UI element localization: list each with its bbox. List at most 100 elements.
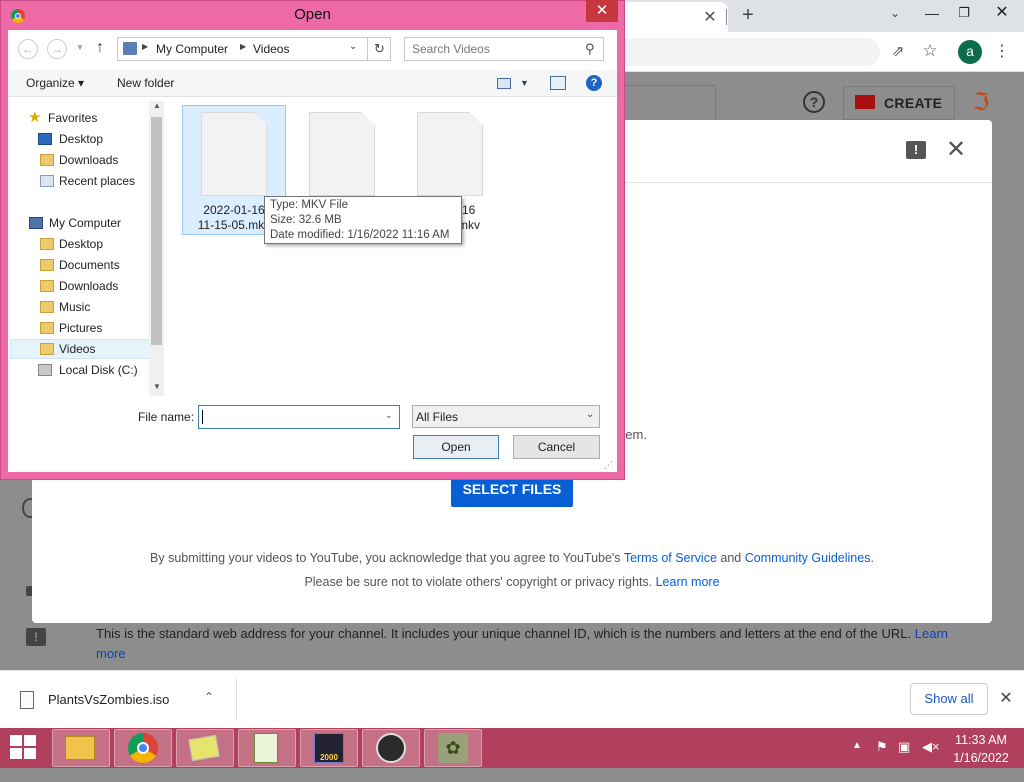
change-view-icon[interactable]: [497, 78, 511, 89]
download-shelf-close-icon[interactable]: ✕: [998, 688, 1014, 708]
address-bar[interactable]: [620, 38, 880, 66]
minimize-button[interactable]: —: [918, 0, 946, 26]
breadcrumb-arrow-icon[interactable]: ▶: [240, 42, 246, 51]
download-options-chevron-icon[interactable]: ⌃: [204, 690, 214, 704]
bookmark-star-icon[interactable]: ☆: [920, 41, 940, 61]
search-placeholder: Search Videos: [412, 42, 490, 56]
download-file-name[interactable]: PlantsVsZombies.iso: [48, 692, 169, 707]
downloads-folder-icon: [40, 154, 54, 166]
nav-music[interactable]: Music: [10, 297, 150, 317]
nav-documents[interactable]: Documents: [10, 255, 150, 275]
scroll-down-arrow-icon[interactable]: ▼: [150, 382, 164, 391]
tab-separator: [726, 9, 727, 25]
resize-grip-icon[interactable]: ⋰: [604, 460, 613, 471]
help-icon[interactable]: ?: [803, 91, 825, 113]
video-camera-icon: [855, 95, 875, 109]
address-dropdown-icon[interactable]: ⌄: [349, 41, 357, 52]
breadcrumb-videos[interactable]: Videos: [253, 42, 289, 56]
tooltip-size: Size: 32.6 MB: [270, 214, 342, 226]
feedback-icon[interactable]: !: [906, 141, 926, 159]
dialog-title: Open: [294, 6, 331, 23]
volume-muted-icon[interactable]: ◀×: [922, 739, 940, 755]
terms-of-service-link[interactable]: Terms of Service: [624, 551, 717, 565]
file-name-input[interactable]: [198, 405, 400, 429]
channel-url-help-text: This is the standard web address for you…: [96, 624, 956, 664]
cancel-button[interactable]: Cancel: [513, 435, 600, 459]
privacy-learn-more-link[interactable]: Learn more: [656, 575, 720, 589]
recent-places-icon: [40, 175, 54, 187]
nav-fav-recent-places[interactable]: Recent places: [10, 171, 150, 191]
show-all-button[interactable]: Show all: [910, 683, 988, 715]
nav-fav-desktop[interactable]: Desktop: [10, 129, 150, 149]
nav-my-computer[interactable]: My Computer: [10, 213, 150, 233]
tab-close-icon[interactable]: ✕: [702, 7, 718, 26]
favorites-star-icon: ★: [28, 109, 42, 126]
desktop-icon: [38, 133, 52, 145]
nav-desktop[interactable]: Desktop: [10, 234, 150, 254]
dialog-close-button[interactable]: ✕: [586, 0, 618, 22]
breadcrumb-my-computer[interactable]: My Computer: [156, 42, 228, 56]
file-type-dropdown-icon[interactable]: ⌄: [586, 409, 594, 420]
recent-locations-chevron-icon[interactable]: ▼: [76, 43, 84, 52]
share-icon[interactable]: ⇗: [888, 42, 908, 62]
back-button[interactable]: ←: [18, 39, 38, 59]
terms-notice: By submitting your videos to YouTube, yo…: [32, 551, 992, 565]
window-close-button[interactable]: ✕: [984, 0, 1020, 26]
open-button[interactable]: Open: [413, 435, 499, 459]
file-explorer-icon: [65, 736, 95, 760]
browser-menu-icon[interactable]: ⋮: [994, 40, 1010, 64]
maximize-button[interactable]: ❐: [950, 0, 978, 26]
clock-time[interactable]: 11:33 AM: [948, 733, 1014, 747]
file-type-value: All Files: [416, 410, 459, 424]
terms-prefix: By submitting your videos to YouTube, yo…: [150, 551, 624, 565]
up-one-level-button[interactable]: ↑: [96, 39, 104, 57]
search-icon[interactable]: ⚲: [585, 41, 595, 57]
tooltip-type: Type: MKV File: [270, 199, 348, 211]
close-icon[interactable]: ✕: [944, 138, 968, 162]
channel-avatar[interactable]: ℑ: [965, 88, 997, 120]
breadcrumb-arrow-icon[interactable]: ▶: [142, 42, 148, 51]
nav-fav-downloads[interactable]: Downloads: [10, 150, 150, 170]
disk-icon: [38, 364, 52, 376]
view-options-chevron-icon[interactable]: ▼: [520, 78, 529, 88]
organize-menu-button[interactable]: Organize ▾: [26, 76, 84, 90]
nav-downloads-label: Downloads: [59, 279, 119, 293]
file-name-line: mkv: [458, 218, 480, 232]
profile-avatar[interactable]: a: [958, 40, 982, 64]
privacy-prefix: Please be sure not to violate others' co…: [304, 575, 656, 589]
nav-downloads[interactable]: Downloads: [10, 276, 150, 296]
file-icon: [417, 112, 483, 196]
privacy-notice: Please be sure not to violate others' co…: [32, 575, 992, 589]
community-guidelines-link[interactable]: Community Guidelines: [745, 551, 871, 565]
tab-search-chevron-icon[interactable]: ⌄: [890, 6, 900, 20]
forward-button[interactable]: →: [47, 39, 67, 59]
refresh-button[interactable]: ↻: [367, 37, 391, 61]
nav-local-disk[interactable]: Local Disk (C:): [10, 360, 150, 380]
tray-overflow-icon[interactable]: ▲: [852, 740, 862, 751]
nav-pane-scroll-thumb[interactable]: [151, 117, 162, 345]
action-center-flag-icon[interactable]: ⚑: [876, 739, 888, 755]
preview-pane-icon[interactable]: [550, 76, 566, 90]
sidebar-feedback-icon[interactable]: !: [26, 628, 46, 646]
folder-icon: [40, 280, 54, 292]
nav-pictures[interactable]: Pictures: [10, 318, 150, 338]
network-icon[interactable]: ▣: [898, 739, 910, 755]
file-icon: [201, 112, 267, 196]
nav-videos[interactable]: Videos: [10, 339, 150, 359]
scroll-up-arrow-icon[interactable]: ▲: [150, 101, 164, 110]
nav-videos-label: Videos: [59, 342, 96, 356]
media-player-icon: 2000: [314, 733, 344, 763]
new-folder-button[interactable]: New folder: [117, 76, 174, 90]
youtube-search-button[interactable]: [620, 85, 716, 121]
new-tab-button[interactable]: +: [738, 4, 758, 28]
start-button[interactable]: [8, 734, 38, 762]
file-name-dropdown-icon[interactable]: ⌄: [385, 410, 393, 421]
file-icon: [309, 112, 375, 196]
help-icon[interactable]: ?: [586, 75, 602, 91]
nav-favorites[interactable]: ★ Favorites: [10, 108, 150, 128]
clock-date[interactable]: 1/16/2022: [948, 751, 1014, 765]
windows-logo-pane: [24, 748, 36, 759]
folder-icon: [40, 259, 54, 271]
nav-my-computer-label: My Computer: [49, 216, 122, 230]
videos-folder-icon: [123, 42, 137, 55]
